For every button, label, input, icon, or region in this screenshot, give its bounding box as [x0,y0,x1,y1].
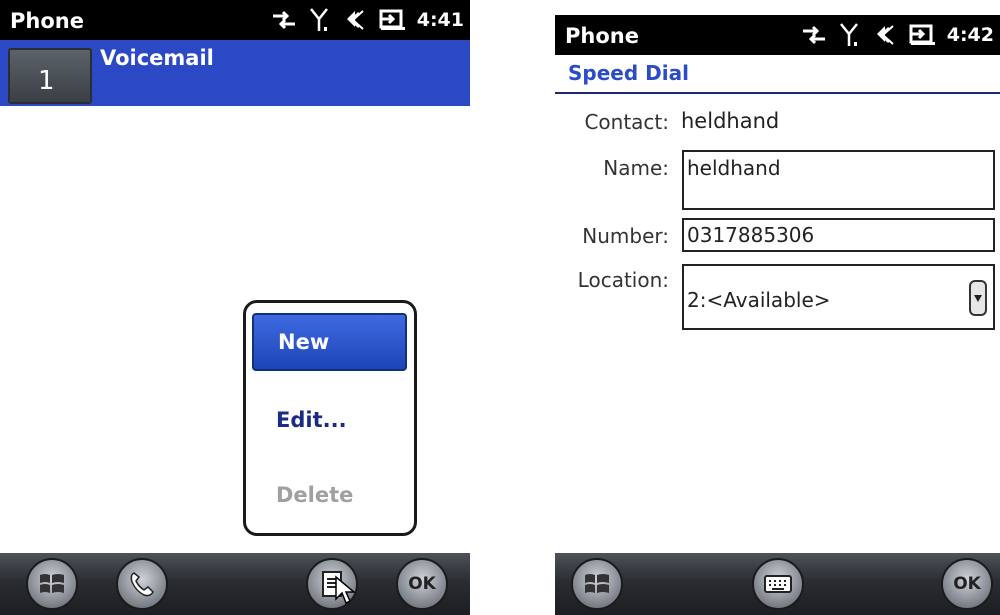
voicemail-label: Voicemail [100,46,214,70]
data-connection-icon [802,25,825,45]
speed-dial-key: 1 [8,48,92,104]
clock: 4:42 [946,24,994,46]
title-bar: Phone 4:41 [0,0,470,40]
status-area: 4:42 [801,19,994,51]
number-field[interactable]: 0317885306 [682,218,995,252]
menu-item-edit[interactable]: Edit... [252,391,407,449]
chevron-down-icon [974,295,982,302]
contact-value: heldhand [681,109,780,133]
speaker-icon [876,25,894,45]
call-button[interactable] [116,558,168,610]
soft-key-bar: OK [0,553,470,615]
ok-label: OK [953,574,981,594]
signal-strength-icon [309,8,328,31]
mouse-pointer-icon [335,575,356,605]
contact-label: Contact: [584,110,669,134]
name-field[interactable]: heldhand [682,150,995,210]
signal-strength-icon [839,23,858,46]
menu-item-new[interactable]: New [252,313,407,371]
phone-handset-icon [130,572,154,597]
keyboard-icon [764,575,792,593]
soft-key-bar: OK [555,553,1000,615]
page-header: Speed Dial [555,55,1000,94]
number-label: Number: [582,224,669,248]
battery-charging-icon [909,24,935,45]
input-panel-button[interactable] [752,558,804,610]
windows-logo-icon [40,574,64,593]
number-field-value: 0317885306 [687,223,815,247]
battery-charging-icon [379,9,405,30]
location-label: Location: [577,268,669,292]
speed-dial-number: 1 [38,66,55,96]
menu-item-delete[interactable]: Delete [252,466,407,524]
windows-logo-icon [585,574,609,593]
page-title: Speed Dial [568,61,689,85]
name-label: Name: [603,156,669,180]
phone-screen-right: Phone 4:42 Speed Dial Contact: heldhand … [555,0,1000,615]
context-menu: New Edit... Delete [243,300,417,536]
location-dropdown-value: 2:<Available> [687,288,831,312]
title-bar: Phone 4:42 [555,15,1000,55]
ok-label: OK [408,574,436,594]
start-button[interactable] [571,558,623,610]
dropdown-arrow-button[interactable] [969,280,987,316]
ok-button[interactable]: OK [396,558,448,610]
name-field-value: heldhand [687,156,781,180]
speaker-icon [346,10,364,30]
ok-button[interactable]: OK [941,558,993,610]
status-area: 4:41 [271,4,464,36]
data-connection-icon [272,10,295,30]
app-title: Phone [10,9,84,33]
app-title: Phone [565,24,639,48]
clock: 4:41 [416,9,464,31]
location-dropdown[interactable]: 2:<Available> [682,264,995,330]
start-button[interactable] [26,558,78,610]
speed-dial-row-voicemail[interactable]: 1 Voicemail [0,40,470,106]
phone-screen-left: Phone 4:41 1 Voicemail New Edit... Delet… [0,0,470,615]
